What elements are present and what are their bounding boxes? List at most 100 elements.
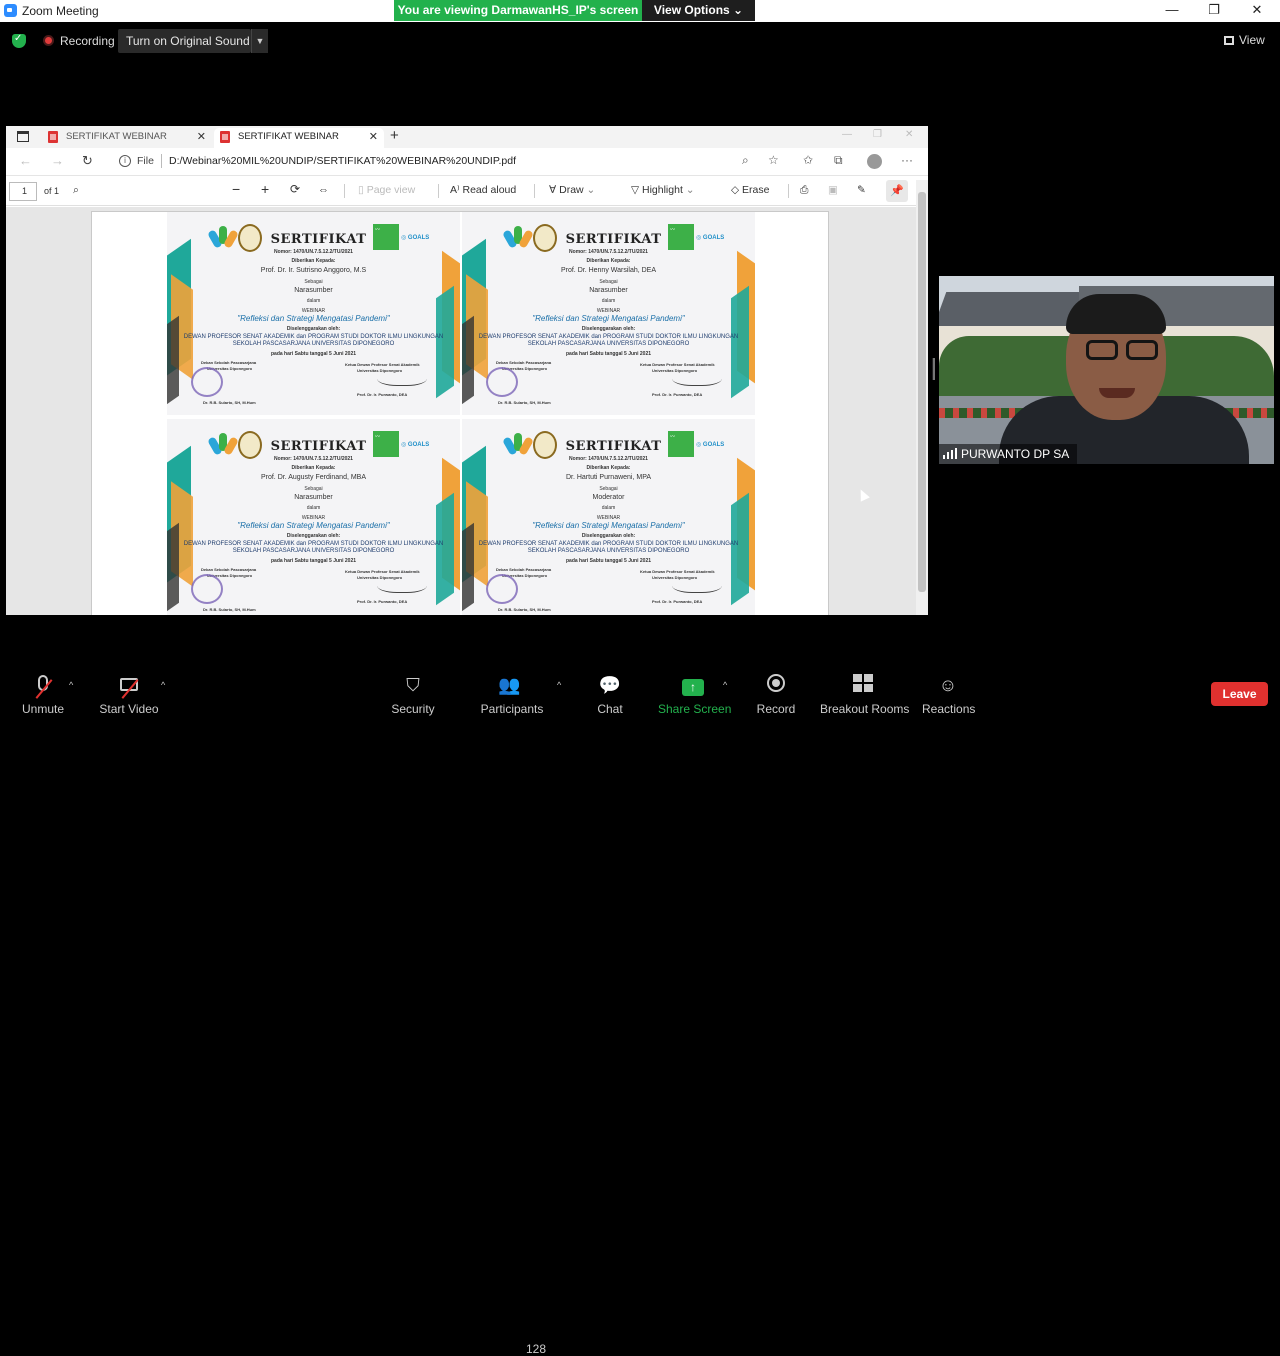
print-icon[interactable]: ⎙: [800, 184, 808, 197]
find-icon[interactable]: ⌕: [73, 184, 79, 197]
cert-left-sign-name: Dr. R.B. Sularto, SH, M.Hum: [203, 607, 256, 612]
cert-role: Narasumber: [589, 287, 628, 294]
breakout-rooms-icon: [820, 674, 906, 696]
recording-label[interactable]: Recording: [60, 34, 115, 48]
cert-organized-by: Diselenggarakan oleh:: [286, 533, 341, 539]
tab-close-icon[interactable]: ✕: [369, 128, 378, 146]
page-number-input[interactable]: 1: [9, 182, 37, 201]
encryption-shield-icon[interactable]: [12, 33, 26, 48]
view-button[interactable]: View: [1224, 33, 1265, 47]
cert-organizer: DEWAN PROFESOR SENAT AKADEMIK dan PROGRA…: [472, 334, 745, 348]
close-button[interactable]: ✕: [1242, 2, 1272, 20]
participants-button[interactable]: 👥 Participants: [478, 666, 546, 719]
breakout-rooms-button[interactable]: Breakout Rooms: [820, 666, 909, 719]
more-menu-icon[interactable]: ···: [901, 153, 913, 167]
security-button[interactable]: ⛉ Security: [388, 666, 438, 719]
zoom-magnifier-icon[interactable]: ⌕: [742, 153, 749, 168]
address-url[interactable]: D:/Webinar%20MIL%20UNDIP/SERTIFIKAT%20WE…: [169, 155, 516, 167]
cert-in: dalam: [601, 505, 616, 511]
cert-signature-icon: [672, 368, 722, 386]
restore-button[interactable]: ❐: [1199, 2, 1229, 20]
rotate-icon[interactable]: ⟳: [290, 182, 300, 196]
reactions-emoji-icon: ☺: [938, 675, 958, 695]
cert-number: Nomor: 1470/UN.7.5.12.2/TU/2021: [274, 249, 353, 255]
pdf-toolbar: 1 of 1 ⌕ − + ⟳ ⇔ ▯ Page view A⁾ Read alo…: [6, 176, 928, 206]
cert-left-sign-title: Dekan Sekolah Pascasarjana: [201, 360, 257, 365]
browser-tab[interactable]: SERTIFIKAT WEBINAR UNDIP.pdf ✕: [42, 128, 212, 160]
pdf-viewer-area[interactable]: 〰 ◎ GOALS SERTIFIKAT Nomor: 1470/UN.7.5.…: [6, 207, 916, 615]
cert-organizer: DEWAN PROFESOR SENAT AKADEMIK dan PROGRA…: [472, 541, 745, 555]
toolbar-separator: [534, 184, 535, 198]
favorite-add-icon[interactable]: ☆: [768, 153, 779, 167]
cert-role: Narasumber: [294, 494, 333, 501]
view-grid-icon: [1224, 36, 1234, 45]
browser-close-icon[interactable]: ✕: [905, 129, 913, 140]
cert-stamp-icon: [191, 574, 223, 604]
unmute-button[interactable]: Unmute: [18, 666, 68, 719]
cert-right-sign-name: Prof. Dr. Ir. Purwanto, DEA: [357, 599, 408, 604]
tab-actions-icon[interactable]: [17, 131, 29, 142]
participant-video[interactable]: PURWANTO DP SA: [939, 276, 1274, 464]
cert-organizer-line1: DEWAN PROFESOR SENAT AKADEMIK dan PROGRA…: [183, 541, 444, 547]
cert-in: dalam: [601, 298, 616, 304]
original-sound-button[interactable]: Turn on Original Sound: [118, 29, 251, 53]
share-options-caret-icon[interactable]: ^: [723, 680, 727, 690]
cert-organizer-line2: SEKOLAH PASCASARJANA UNIVERSITAS DIPONEG…: [527, 341, 690, 347]
leave-button[interactable]: Leave: [1211, 682, 1268, 706]
layout-splitter-handle[interactable]: [932, 358, 935, 380]
record-button[interactable]: Record: [756, 666, 796, 719]
highlight-button[interactable]: ▽ Highlight ⌄: [631, 184, 695, 196]
reactions-button[interactable]: ☺ Reactions: [922, 666, 975, 719]
pdf-scrollbar[interactable]: [916, 180, 928, 615]
page-view-button[interactable]: ▯ Page view: [358, 184, 415, 196]
cert-recipient-name: Prof. Dr. Augusty Ferdinand, MBA: [260, 474, 367, 481]
minimize-button[interactable]: —: [1157, 2, 1187, 20]
cert-left-sign-name: Dr. R.B. Sularto, SH, M.Hum: [203, 400, 256, 405]
share-screen-button[interactable]: ↑ Share Screen: [658, 666, 731, 719]
zoom-in-icon[interactable]: +: [261, 181, 269, 197]
participants-icon: 👥: [498, 675, 521, 695]
profile-avatar[interactable]: [867, 154, 882, 169]
erase-button[interactable]: ◇ Erase: [731, 184, 769, 196]
start-video-button[interactable]: Start Video: [98, 666, 160, 719]
cert-organized-by: Diselenggarakan oleh:: [581, 326, 636, 332]
browser-restore-icon[interactable]: ❐: [873, 129, 882, 140]
fit-page-icon[interactable]: ⇔: [318, 184, 329, 196]
collections-icon[interactable]: ⧉: [834, 153, 843, 168]
cert-organizer: DEWAN PROFESOR SENAT AKADEMIK dan PROGRA…: [177, 541, 450, 555]
view-options-button[interactable]: View Options ⌄: [642, 0, 755, 21]
video-person-glasses: [1086, 340, 1160, 362]
reload-icon[interactable]: ↻: [82, 153, 93, 169]
original-sound-dropdown[interactable]: ▼: [251, 29, 268, 53]
chat-button[interactable]: 💬 Chat: [590, 666, 630, 719]
cert-organizer-line2: SEKOLAH PASCASARJANA UNIVERSITAS DIPONEG…: [527, 548, 690, 554]
browser-minimize-icon[interactable]: —: [842, 129, 852, 140]
cert-number: Nomor: 1470/UN.7.5.12.2/TU/2021: [569, 456, 648, 462]
cert-title: SERTIFIKAT: [270, 232, 367, 247]
video-options-caret-icon[interactable]: ^: [161, 680, 165, 690]
audio-options-caret-icon[interactable]: ^: [69, 680, 73, 690]
cert-signature-icon: [377, 368, 427, 386]
tab-close-icon[interactable]: ✕: [197, 128, 206, 146]
cert-title: SERTIFIKAT: [270, 439, 367, 454]
participants-caret-icon[interactable]: ^: [557, 680, 561, 690]
cert-organized-by: Diselenggarakan oleh:: [286, 326, 341, 332]
favorites-icon[interactable]: ✩: [803, 153, 813, 167]
forward-icon[interactable]: →: [51, 153, 64, 168]
draw-button[interactable]: ∀ Draw ⌄: [549, 184, 595, 196]
browser-tab-active[interactable]: SERTIFIKAT WEBINAR UNDIP.pdf ✕: [214, 128, 384, 160]
read-aloud-button[interactable]: A⁾ Read aloud: [450, 184, 516, 196]
video-person-mouth: [1099, 388, 1135, 398]
back-icon[interactable]: ←: [19, 153, 32, 168]
new-tab-icon[interactable]: +: [390, 127, 399, 144]
scrollbar-thumb[interactable]: [918, 192, 926, 592]
save-icon[interactable]: ▣: [828, 184, 838, 196]
zoom-out-icon[interactable]: −: [232, 181, 240, 197]
pin-toolbar-icon[interactable]: 📌: [886, 180, 908, 202]
save-as-icon[interactable]: ✎: [857, 184, 866, 196]
toolbar-separator: [788, 184, 789, 198]
site-info-icon[interactable]: i: [119, 155, 131, 167]
page-view-label: Page view: [366, 184, 416, 196]
cert-title: SERTIFIKAT: [565, 232, 662, 247]
video-off-icon: [98, 674, 160, 699]
